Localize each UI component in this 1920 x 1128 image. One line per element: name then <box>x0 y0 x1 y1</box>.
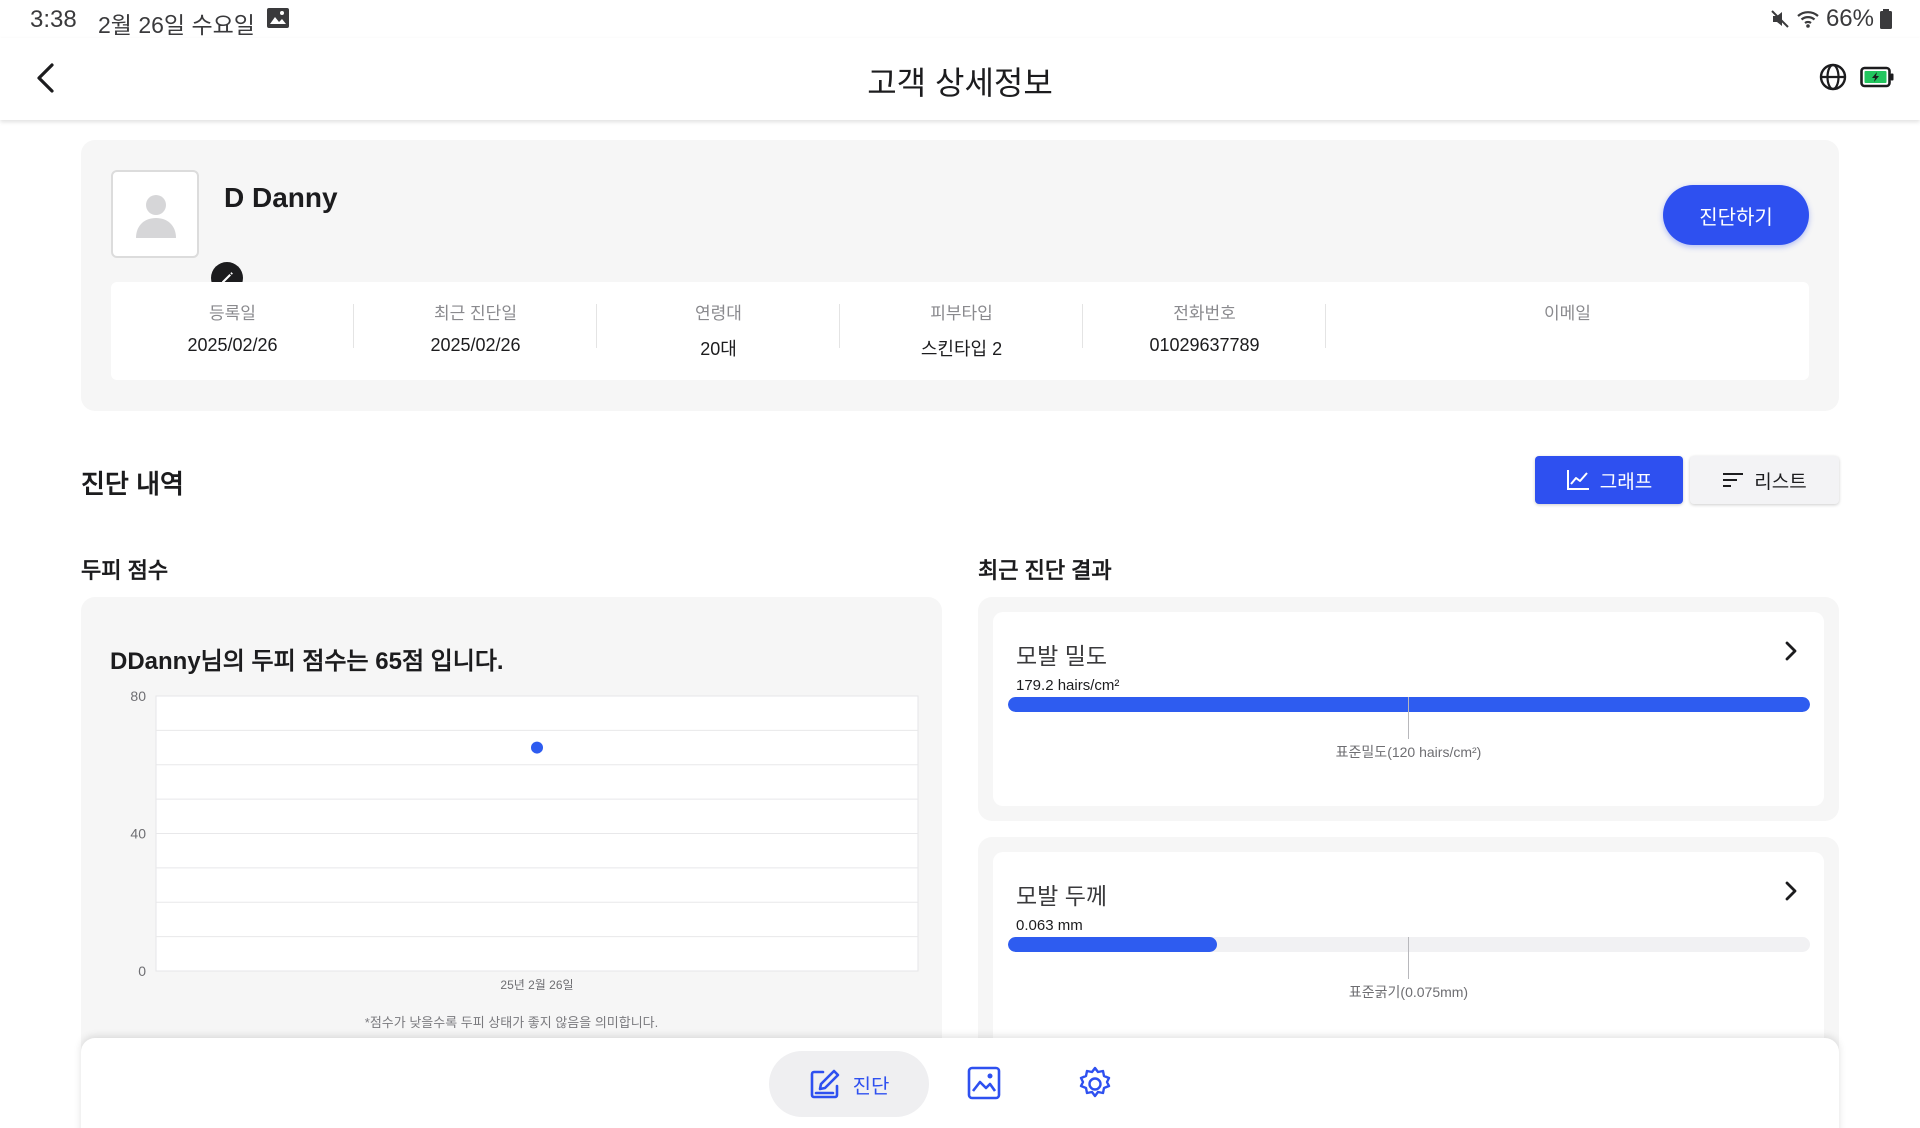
info-skin-type: 피부타입 스킨타입 2 <box>840 282 1083 380</box>
result-progress-track <box>1008 937 1810 952</box>
diagnosis-history-title: 진단 내역 <box>81 469 184 499</box>
graph-view-label: 그래프 <box>1599 471 1653 493</box>
line-chart-icon <box>1566 470 1589 490</box>
customer-name: D Danny <box>224 182 338 213</box>
result-value: 179.2 hairs/cm² <box>1016 677 1120 694</box>
status-indicators: 66% <box>1770 5 1892 33</box>
result-progress-track <box>1008 697 1810 712</box>
standard-marker <box>1408 697 1409 739</box>
battery-percent: 66% <box>1825 5 1874 32</box>
score-point[interactable] <box>531 741 543 754</box>
info-value: 2025/02/26 <box>187 335 278 355</box>
info-email: 이메일 <box>1326 282 1809 380</box>
person-placeholder-icon <box>136 195 176 238</box>
info-recent-diagnosis-date: 최근 진단일 2025/02/26 <box>354 282 597 380</box>
status-time: 3:38 <box>30 6 77 33</box>
info-age-group: 연령대 20대 <box>597 282 840 380</box>
result-standard-label: 표준밀도(120 hairs/cm²) <box>1335 744 1482 760</box>
list-view-label: 리스트 <box>1754 471 1807 493</box>
result-value: 0.063 mm <box>1016 917 1083 934</box>
status-date: 2월 26일 수요일 <box>98 12 255 38</box>
result-title: 모발 밀도 <box>1016 643 1108 669</box>
device-battery-icon[interactable] <box>1860 66 1894 88</box>
gear-icon[interactable] <box>1077 1066 1113 1102</box>
wifi-icon <box>1797 11 1819 28</box>
x-tick-label: 25년 2월 26일 <box>500 978 573 992</box>
info-label: 연령대 <box>695 304 742 323</box>
scalp-score-card: DDanny님의 두피 점수는 65점 입니다. 0 40 80 25년 2월 26… <box>81 597 942 1077</box>
chevron-right-icon[interactable] <box>1780 640 1802 662</box>
globe-icon[interactable] <box>1818 62 1848 92</box>
y-tick-label: 0 <box>138 963 146 979</box>
info-label: 이메일 <box>1544 304 1591 323</box>
scalp-score-title: 두피 점수 <box>81 558 169 583</box>
nav-diagnose-label: 진단 <box>852 1075 890 1098</box>
avatar <box>111 170 243 294</box>
info-value: 2025/02/26 <box>430 335 521 355</box>
chevron-left-icon <box>37 63 54 93</box>
sort-lines-icon <box>1723 473 1744 487</box>
info-registered-date: 등록일 2025/02/26 <box>111 282 354 380</box>
scalp-score-chart: 0 40 80 25년 2월 26일 <box>130 688 919 992</box>
info-label: 최근 진단일 <box>434 304 517 323</box>
result-progress-fill <box>1008 937 1217 952</box>
chart-footnote: *점수가 낮을수록 두피 상태가 좋지 않음을 의미합니다. <box>364 1015 659 1030</box>
page-title: 고객 상세정보 <box>867 65 1053 101</box>
result-title: 모발 두께 <box>1016 883 1108 909</box>
info-value: 01029637789 <box>1149 335 1260 355</box>
standard-marker <box>1408 937 1409 979</box>
info-value: 20대 <box>700 339 737 359</box>
graph-view-button[interactable]: 그래프 <box>1535 456 1683 504</box>
profile-card: D Danny 진단하기 등록일 2025/02/26 최근 진단일 2025/… <box>81 140 1839 411</box>
result-progress-fill <box>1008 697 1810 712</box>
diagnose-button[interactable]: 진단하기 <box>1663 185 1809 245</box>
bottom-navigation: 진단 <box>81 1038 1839 1128</box>
mute-icon <box>1771 10 1789 28</box>
y-tick-label: 80 <box>130 688 146 704</box>
recent-results-title: 최근 진단 결과 <box>978 558 1112 583</box>
app-bar: 고객 상세정보 <box>0 38 1920 120</box>
list-view-button[interactable]: 리스트 <box>1690 456 1839 504</box>
edit-note-icon <box>810 1069 839 1099</box>
info-label: 전화번호 <box>1173 304 1236 323</box>
hair-density-card[interactable]: 모발 밀도 179.2 hairs/cm² 표준밀도(120 hairs/cm²… <box>978 597 1839 821</box>
info-label: 피부타입 <box>930 304 993 323</box>
back-button[interactable] <box>26 58 66 98</box>
y-tick-label: 40 <box>130 826 146 842</box>
result-card-inner: 모발 밀도 179.2 hairs/cm² 표준밀도(120 hairs/cm²… <box>993 612 1824 806</box>
nav-diagnose-tab[interactable]: 진단 <box>769 1051 929 1117</box>
info-value: 스킨타입 2 <box>920 339 1003 359</box>
gallery-icon[interactable] <box>967 1066 1001 1100</box>
gallery-notification-icon <box>267 8 289 28</box>
chevron-right-icon[interactable] <box>1780 880 1802 902</box>
customer-info-table: 등록일 2025/02/26 최근 진단일 2025/02/26 연령대 20대… <box>111 282 1809 380</box>
info-phone: 전화번호 01029637789 <box>1083 282 1326 380</box>
status-bar: 3:38 2월 26일 수요일 66% <box>0 0 1920 38</box>
result-standard-label: 표준굵기(0.075mm) <box>1348 984 1469 1000</box>
battery-icon <box>1880 9 1892 29</box>
info-label: 등록일 <box>209 304 256 323</box>
